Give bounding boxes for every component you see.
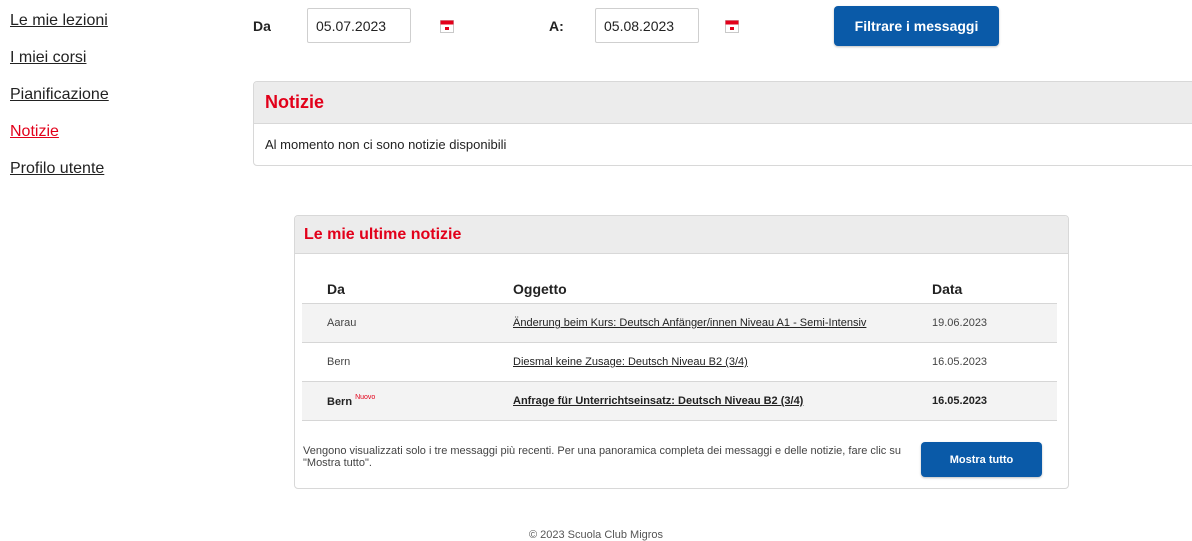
to-date-input[interactable] xyxy=(595,8,699,43)
row-date: 16.05.2023 xyxy=(932,381,1057,421)
to-label: A: xyxy=(549,18,564,34)
news-panel-title: Notizie xyxy=(265,92,325,112)
latest-news-footnote: Vengono visualizzati solo i tre messaggi… xyxy=(303,445,901,469)
news-panel: Notizie Al momento non ci sono notizie d… xyxy=(253,81,1192,166)
sidebar-item-profilo-utente[interactable]: Profilo utente xyxy=(10,160,109,178)
sidebar-item-i-miei-corsi[interactable]: I miei corsi xyxy=(10,49,109,67)
latest-news-title: Le mie ultime notizie xyxy=(304,225,462,243)
footer-copyright: © 2023 Scuola Club Migros xyxy=(528,529,664,541)
row-from: Bern xyxy=(302,342,513,382)
column-header-subject: Oggetto xyxy=(513,275,932,304)
latest-news-card: Le mie ultime notizie Da Oggetto Data Aa… xyxy=(294,215,1069,489)
latest-news-header: Le mie ultime notizie xyxy=(295,216,1068,254)
row-from: Aarau xyxy=(302,303,513,343)
sidebar-item-pianificazione[interactable]: Pianificazione xyxy=(10,86,109,104)
row-subject-link[interactable]: Änderung beim Kurs: Deutsch Anfänger/inn… xyxy=(513,317,866,329)
new-badge: Nuovo xyxy=(355,394,376,401)
table-row: Bern Diesmal keine Zusage: Deutsch Nivea… xyxy=(302,342,1057,382)
table-header-row: Da Oggetto Data xyxy=(302,275,1057,304)
from-date-input[interactable] xyxy=(307,8,411,43)
from-label: Da xyxy=(253,18,271,34)
row-date: 19.06.2023 xyxy=(932,303,1057,343)
column-header-date: Data xyxy=(932,275,1057,304)
sidebar-nav: Le mie lezioni I miei corsi Pianificazio… xyxy=(10,12,109,197)
row-from: Bern xyxy=(327,396,353,408)
sidebar-item-le-mie-lezioni[interactable]: Le mie lezioni xyxy=(10,12,109,30)
sidebar-item-notizie[interactable]: Notizie xyxy=(10,123,109,141)
show-all-button[interactable]: Mostra tutto xyxy=(921,442,1042,477)
row-date: 16.05.2023 xyxy=(932,342,1057,382)
column-header-from: Da xyxy=(302,275,513,304)
filter-messages-button[interactable]: Filtrare i messaggi xyxy=(834,6,999,46)
calendar-icon[interactable] xyxy=(440,19,454,33)
table-row: Bern Nuovo Anfrage für Unterrichtseinsatz… xyxy=(302,381,1057,421)
news-panel-header: Notizie xyxy=(254,82,1192,124)
row-subject-link[interactable]: Diesmal keine Zusage: Deutsch Niveau B2 … xyxy=(513,356,748,368)
news-empty-message: Al momento non ci sono notizie disponibi… xyxy=(265,137,507,152)
latest-news-table: Da Oggetto Data Aarau Änderung beim Kurs… xyxy=(302,275,1057,421)
table-row: Aarau Änderung beim Kurs: Deutsch Anfäng… xyxy=(302,303,1057,343)
row-subject-link[interactable]: Anfrage für Unterrichtseinsatz: Deutsch … xyxy=(513,395,803,407)
calendar-icon[interactable] xyxy=(725,19,739,33)
